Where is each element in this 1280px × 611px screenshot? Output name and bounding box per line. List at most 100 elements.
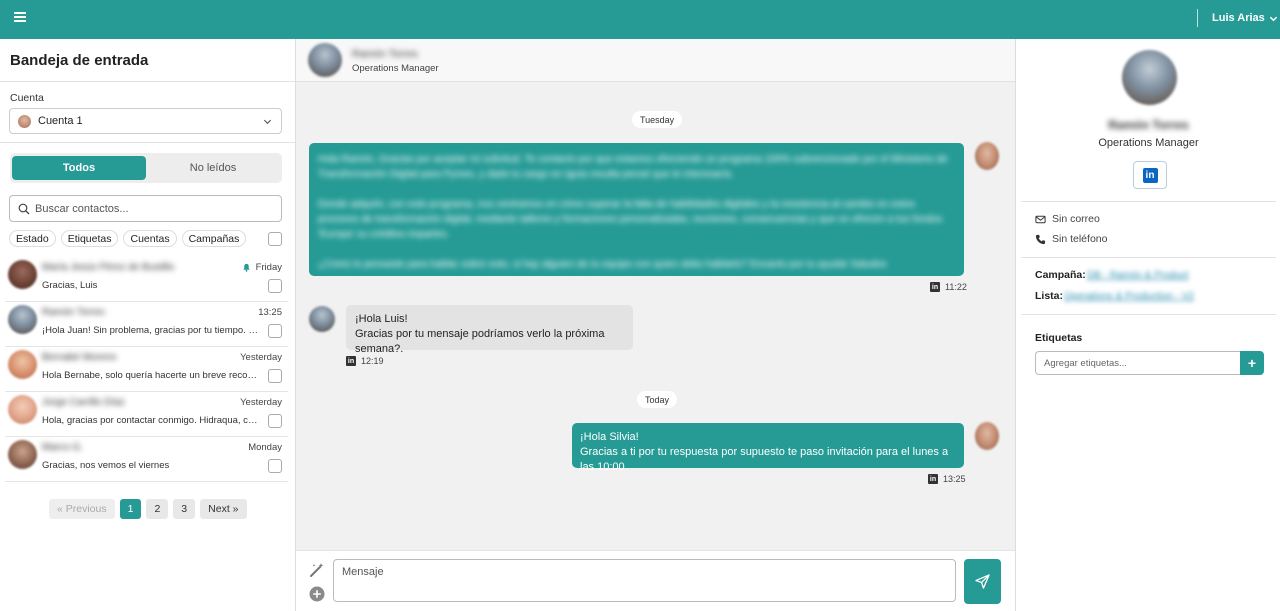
- message-time: 12:19: [361, 356, 384, 366]
- inbox-panel: Bandeja de entrada Cuenta Cuenta 1 Todos…: [0, 39, 296, 611]
- message-outgoing: Hola Ramón, Gracias por aceptar mi solic…: [309, 143, 964, 276]
- tags-label: Etiquetas: [1035, 332, 1083, 344]
- email-value: Sin correo: [1052, 213, 1100, 225]
- user-menu[interactable]: Luis Arias: [1212, 12, 1278, 24]
- contact-time-label: 13:25: [258, 307, 282, 318]
- message-time: 13:25: [943, 474, 966, 484]
- page-3-button[interactable]: 3: [173, 499, 196, 519]
- list-label: Lista:: [1035, 290, 1064, 302]
- add-tag-button[interactable]: +: [1240, 351, 1264, 375]
- contact-name: Jorge Carrillo Díaz: [42, 397, 125, 408]
- contact-checkbox[interactable]: [268, 459, 282, 473]
- contact-checkbox[interactable]: [268, 414, 282, 428]
- contact-item[interactable]: Ramón Torres 13:25 ¡Hola Juan! Sin probl…: [5, 302, 288, 347]
- filter-campaigns[interactable]: Campañas: [181, 230, 247, 247]
- campaign-label: Campaña:: [1035, 269, 1086, 281]
- page-1-button[interactable]: 1: [119, 499, 142, 519]
- contact-time: Yesterday: [240, 352, 282, 363]
- divider: [1021, 201, 1276, 202]
- contact-time-label: Yesterday: [240, 397, 282, 408]
- tags-input[interactable]: [1035, 351, 1241, 375]
- contact-name: Ramón Torres: [42, 307, 105, 318]
- divider: [0, 81, 295, 82]
- contact-time: Yesterday: [240, 397, 282, 408]
- menu-icon[interactable]: [10, 10, 30, 28]
- contact-time-label: Friday: [255, 262, 282, 273]
- select-all-checkbox[interactable]: [268, 232, 282, 246]
- filter-tags[interactable]: Etiquetas: [60, 230, 119, 247]
- message-incoming: ¡Hola Luis! Gracias por tu mensaje podrí…: [346, 305, 633, 355]
- bell-icon: [242, 263, 250, 272]
- contact-checkbox[interactable]: [268, 369, 282, 383]
- contact-time-label: Yesterday: [240, 352, 282, 363]
- profile-avatar: [1122, 50, 1177, 105]
- profile-name: Ramón Torres: [1108, 118, 1189, 132]
- conversation-panel: Ramón Torres Operations Manager Tuesday …: [296, 39, 1015, 611]
- profile-email: Sin correo: [1035, 213, 1100, 225]
- message-outgoing: ¡Hola Silvia! Gracias a ti por tu respue…: [572, 423, 964, 473]
- contact-item[interactable]: Marco G. Monday Gracias, nos vemos el vi…: [5, 437, 288, 482]
- divider: [1021, 257, 1276, 258]
- plus-circle-icon[interactable]: [309, 586, 325, 602]
- filter-accounts[interactable]: Cuentas: [123, 230, 177, 247]
- message-text: Gracias por tu mensaje podríamos verlo l…: [355, 328, 605, 355]
- contact-checkbox[interactable]: [268, 279, 282, 293]
- message-text: Donde adquirir, con este programa, nos c…: [318, 199, 943, 240]
- tab-all[interactable]: Todos: [12, 156, 146, 180]
- next-page-button[interactable]: Next »: [200, 499, 247, 519]
- linkedin-profile-button[interactable]: in: [1133, 161, 1167, 189]
- message-input[interactable]: [333, 559, 956, 602]
- contact-avatar: [8, 395, 37, 424]
- contact-avatar: [8, 260, 37, 289]
- account-avatar: [18, 114, 31, 128]
- message-composer: [296, 550, 1015, 611]
- message-text: Gracias a ti por tu respuesta por supues…: [580, 446, 949, 473]
- send-icon: [975, 574, 990, 589]
- phone-value: Sin teléfono: [1052, 233, 1108, 245]
- inbox-title: Bandeja de entrada: [10, 52, 149, 69]
- user-name: Luis Arias: [1212, 12, 1265, 24]
- campaign-link[interactable]: DB - Ramón & Product: [1087, 270, 1189, 281]
- contact-checkbox[interactable]: [268, 324, 282, 338]
- contact-time: Monday: [248, 442, 282, 453]
- divider: [0, 142, 295, 143]
- linkedin-icon: in: [346, 356, 356, 366]
- account-select[interactable]: Cuenta 1: [9, 108, 282, 134]
- contact-avatar: [8, 305, 37, 334]
- contact-preview: Hola, gracias por contactar conmigo. Hid…: [42, 415, 260, 426]
- contact-name: Bernabé Moreno: [42, 352, 117, 363]
- page-2-button[interactable]: 2: [146, 499, 169, 519]
- day-separator: Tuesday: [632, 111, 683, 128]
- linkedin-icon: in: [930, 282, 940, 292]
- contact-item[interactable]: Jorge Carrillo Díaz Yesterday Hola, grac…: [5, 392, 288, 437]
- sender-avatar: [975, 422, 999, 450]
- message-text: ¡Hola Luis!: [355, 313, 408, 325]
- day-separator: Today: [637, 391, 678, 408]
- contact-preview: ¡Hola Juan! Sin problema, gracias por tu…: [42, 325, 260, 336]
- message-text: Hola Ramón, Gracias por aceptar mi solic…: [318, 154, 948, 180]
- contact-item[interactable]: Bernabé Moreno Yesterday Hola Bernabe, s…: [5, 347, 288, 392]
- filter-chips: Estado Etiquetas Cuentas Campañas: [9, 230, 247, 247]
- phone-icon: [1035, 234, 1046, 244]
- search-input[interactable]: [35, 202, 265, 215]
- magic-wand-icon[interactable]: [309, 562, 325, 578]
- contact-name: Marco G.: [42, 442, 84, 453]
- list-link[interactable]: Operations & Production - V2: [1064, 291, 1194, 302]
- filter-status[interactable]: Estado: [9, 230, 56, 247]
- send-button[interactable]: [964, 559, 1001, 604]
- contact-name: Ramón Torres: [352, 48, 418, 60]
- top-bar: Luis Arias: [0, 0, 1280, 39]
- tab-unread[interactable]: No leídos: [146, 156, 280, 180]
- previous-page-button[interactable]: « Previous: [49, 499, 115, 519]
- contact-preview: Gracias, Luis: [42, 280, 98, 291]
- profile-phone: Sin teléfono: [1035, 233, 1107, 245]
- message-meta: in 12:19: [346, 356, 384, 366]
- contact-time: 13:25: [258, 307, 282, 318]
- message-text: ¿Crees lo pensaste para hablar sobre est…: [318, 259, 887, 270]
- message-text: ¡Hola Silvia!: [580, 431, 639, 443]
- divider: [1021, 314, 1276, 315]
- contact-time-label: Monday: [248, 442, 282, 453]
- pagination: « Previous 1 2 3 Next »: [49, 499, 247, 519]
- chevron-down-icon: [1269, 16, 1277, 21]
- contact-item[interactable]: María Jesús Pérez de Bustillo Friday Gra…: [5, 257, 288, 302]
